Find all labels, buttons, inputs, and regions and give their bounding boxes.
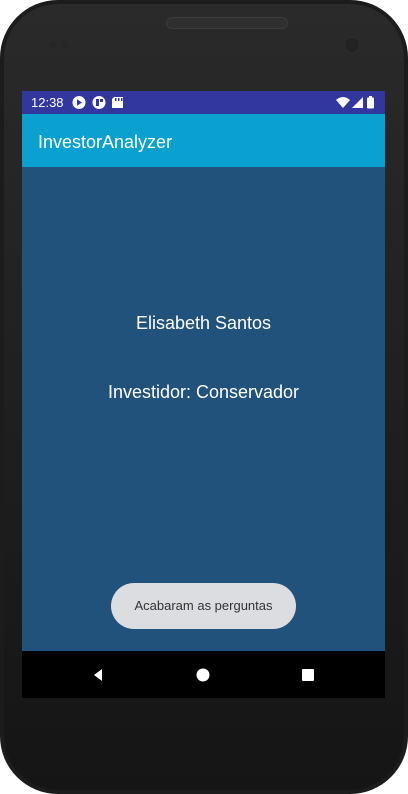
investor-type: Investidor: Conservador bbox=[107, 382, 300, 402]
navigation-bar bbox=[22, 651, 385, 698]
toast-text: Acabaram as perguntas bbox=[134, 598, 273, 613]
play-circle-icon bbox=[72, 96, 86, 109]
tile-icon bbox=[92, 96, 106, 109]
recents-button[interactable] bbox=[298, 665, 318, 685]
phone-frame: 12:38 InvestorAnalyzer Elisabeth Santos … bbox=[0, 0, 408, 794]
status-bar: 12:38 bbox=[22, 91, 385, 114]
battery-icon bbox=[367, 96, 374, 109]
back-button[interactable] bbox=[88, 665, 108, 685]
cell-signal-icon bbox=[352, 97, 363, 108]
status-left-icons bbox=[72, 95, 144, 110]
investor-name: Elisabeth Santos bbox=[135, 313, 272, 333]
status-right-icons bbox=[335, 95, 377, 110]
wifi-icon bbox=[336, 97, 350, 108]
home-icon bbox=[196, 668, 210, 682]
recents-icon bbox=[302, 669, 314, 681]
status-time: 12:38 bbox=[31, 95, 64, 110]
screen: 12:38 InvestorAnalyzer Elisabeth Santos … bbox=[22, 91, 385, 698]
front-camera bbox=[344, 37, 360, 53]
app-title: InvestorAnalyzer bbox=[38, 132, 173, 152]
main-content: Elisabeth Santos Investidor: Conservador… bbox=[22, 167, 385, 651]
toast-message: Acabaram as perguntas bbox=[111, 583, 296, 629]
sd-card-icon bbox=[112, 97, 123, 108]
home-button[interactable] bbox=[193, 665, 213, 685]
sensor-dots bbox=[49, 41, 69, 51]
speaker-grille bbox=[166, 17, 288, 29]
app-bar: InvestorAnalyzer bbox=[22, 114, 385, 167]
back-icon bbox=[94, 669, 102, 681]
